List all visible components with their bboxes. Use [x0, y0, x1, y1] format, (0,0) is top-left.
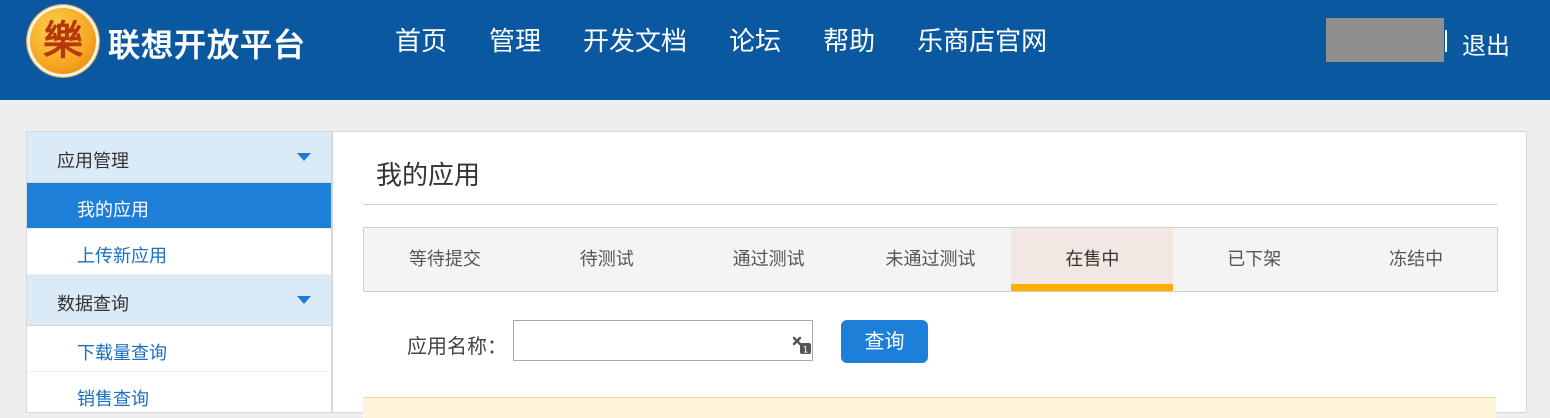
- status-tabs: 等待提交 待测试 通过测试 未通过测试 在售中 已下架 冻结中: [363, 227, 1498, 292]
- top-header: 樂 联想开放平台 首页 管理 开发文档 论坛 帮助 乐商店官网 退出: [0, 0, 1550, 100]
- logo-icon[interactable]: 樂: [27, 5, 99, 77]
- tab-removed[interactable]: 已下架: [1173, 228, 1335, 291]
- sidebar-item-downloads-query[interactable]: 下载量查询: [27, 326, 331, 372]
- username-redacted[interactable]: [1326, 18, 1444, 62]
- tab-test-passed[interactable]: 通过测试: [688, 228, 850, 291]
- title-divider: [363, 204, 1498, 205]
- nav-docs[interactable]: 开发文档: [583, 24, 687, 60]
- notice-bar: [363, 397, 1496, 418]
- tab-on-sale[interactable]: 在售中: [1011, 228, 1174, 291]
- sidebar-item-upload-app[interactable]: 上传新应用: [27, 229, 331, 275]
- logo-text[interactable]: 联想开放平台: [108, 20, 306, 66]
- app-name-label: 应用名称：: [407, 334, 507, 358]
- tab-test-failed[interactable]: 未通过测试: [850, 228, 1012, 291]
- nav-manage[interactable]: 管理: [489, 24, 541, 60]
- logout-link[interactable]: 退出: [1462, 26, 1510, 61]
- logo-glyph: 樂: [43, 18, 83, 64]
- caret-down-icon: [297, 296, 311, 304]
- puzzle-clear-icon[interactable]: 1: [791, 333, 813, 355]
- main-nav: 首页 管理 开发文档 论坛 帮助 乐商店官网: [374, 24, 1068, 60]
- nav-forum[interactable]: 论坛: [729, 24, 781, 60]
- sidebar-item-label: 销售查询: [77, 389, 149, 410]
- sidebar-group-label: 应用管理: [57, 151, 129, 172]
- tab-pending-submit[interactable]: 等待提交: [364, 228, 526, 291]
- sidebar-group-data-query[interactable]: 数据查询: [27, 275, 331, 326]
- caret-down-icon: [297, 153, 311, 161]
- nav-help[interactable]: 帮助: [823, 24, 875, 60]
- sidebar-item-label: 我的应用: [77, 200, 149, 221]
- sidebar: 应用管理 我的应用 上传新应用 数据查询 下载量查询 销售查询: [26, 131, 332, 413]
- sidebar-item-label: 上传新应用: [77, 246, 167, 267]
- sidebar-item-label: 下载量查询: [77, 343, 167, 364]
- tab-pending-test[interactable]: 待测试: [526, 228, 688, 291]
- sidebar-group-label: 数据查询: [57, 294, 129, 315]
- sidebar-item-sales-query[interactable]: 销售查询: [27, 372, 331, 412]
- svg-text:1: 1: [803, 346, 809, 356]
- app-name-input[interactable]: [513, 320, 813, 361]
- divider: [1445, 30, 1447, 52]
- tab-frozen[interactable]: 冻结中: [1335, 228, 1497, 291]
- nav-store-site[interactable]: 乐商店官网: [917, 24, 1047, 60]
- nav-home[interactable]: 首页: [395, 24, 447, 60]
- main-panel: 我的应用 等待提交 待测试 通过测试 未通过测试 在售中 已下架 冻结中 应用名…: [332, 131, 1527, 418]
- page-title: 我的应用: [376, 161, 481, 191]
- sidebar-item-my-apps[interactable]: 我的应用: [27, 183, 331, 229]
- sidebar-group-app-management[interactable]: 应用管理: [27, 132, 331, 183]
- query-button[interactable]: 查询: [841, 320, 928, 363]
